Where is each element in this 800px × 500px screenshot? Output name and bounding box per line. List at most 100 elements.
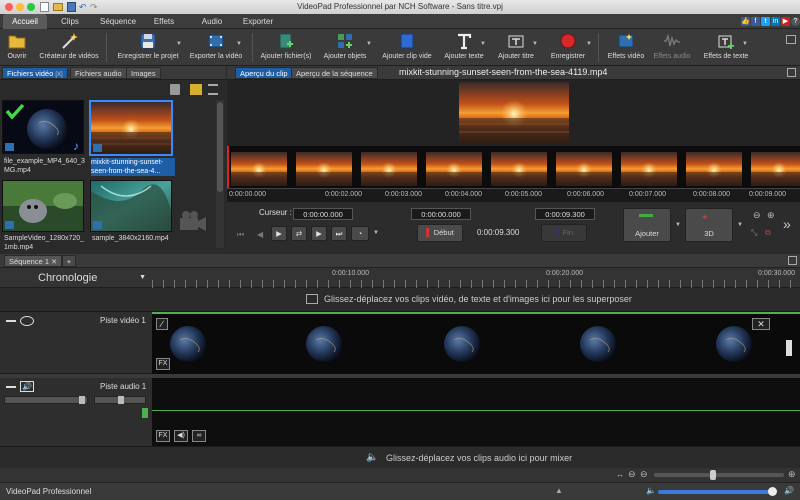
- audio-link-button[interactable]: ∞: [192, 430, 206, 442]
- add-text-dropdown-icon[interactable]: ▼: [480, 41, 486, 47]
- speaker-icon[interactable]: 🔊: [20, 381, 34, 392]
- cursor-field[interactable]: 0:00:00.000: [293, 208, 353, 220]
- tab-images[interactable]: Images: [126, 67, 161, 79]
- 3d-dropdown-icon[interactable]: ▼: [737, 222, 743, 228]
- pan-slider[interactable]: [94, 396, 146, 404]
- filmstrip[interactable]: 0:00:00.000 0:00:02.000 0:00:03.000 0:00…: [227, 146, 800, 202]
- video-track-clip[interactable]: ∕ ✕ FX: [152, 312, 800, 374]
- timeline-zoom-slider[interactable]: [654, 470, 784, 480]
- tab-video-files[interactable]: Fichiers vidéo [X]: [2, 67, 68, 79]
- audio-hint-bar[interactable]: 🔈 Glissez-déplacez vos clips audio ici p…: [0, 446, 800, 468]
- video-creator-button[interactable]: Créateur de vidéos: [36, 31, 102, 64]
- go-to-start-icon[interactable]: ⏮: [237, 230, 244, 240]
- undo-icon[interactable]: ↶: [79, 0, 87, 14]
- timeline-mode-select[interactable]: Chronologie ▼: [4, 271, 148, 285]
- audio-track-area[interactable]: FX ◀) ∞: [152, 378, 800, 446]
- save-project-button[interactable]: Enregistrer le projet: [110, 31, 186, 64]
- preview-video-frame[interactable]: [459, 82, 569, 144]
- loop-button[interactable]: ⇄: [291, 226, 307, 241]
- end-field[interactable]: 0:00:09.300: [535, 208, 595, 220]
- undock-preview-icon[interactable]: [787, 68, 796, 77]
- list-view-icon[interactable]: [208, 84, 218, 95]
- add-files-button[interactable]: Ajouter fichier(s): [258, 31, 314, 64]
- go-to-end-button[interactable]: ⏭: [331, 226, 347, 241]
- tab-accueil[interactable]: Accueil: [3, 14, 47, 29]
- next-frame-button[interactable]: ▶: [311, 226, 327, 241]
- export-dropdown-icon[interactable]: ▼: [236, 41, 242, 47]
- set-end-button[interactable]: ▌ Fin: [541, 224, 587, 242]
- speed-button[interactable]: ◔: [351, 226, 369, 241]
- audio-effects-button[interactable]: Effets audio: [652, 31, 692, 64]
- set-start-button[interactable]: ▌ Début: [417, 224, 463, 242]
- volume-slider[interactable]: [4, 396, 88, 404]
- add-objects-button[interactable]: Ajouter objets: [320, 31, 370, 64]
- save-icon[interactable]: [67, 2, 76, 12]
- add-title-button[interactable]: Ajouter titre: [494, 31, 538, 64]
- new-file-icon[interactable]: [40, 2, 49, 12]
- text-effects-dropdown-icon[interactable]: ▼: [742, 41, 748, 47]
- master-volume-slider[interactable]: [658, 487, 777, 496]
- bin-item[interactable]: ♪: [2, 100, 84, 154]
- collapse-icon[interactable]: [6, 320, 16, 322]
- overlay-track[interactable]: Glissez-déplacez vos clips vidéo, de tex…: [0, 288, 800, 312]
- fit-icon[interactable]: ⤡: [751, 228, 757, 238]
- open-button[interactable]: Ouvrir: [4, 31, 30, 64]
- record-button[interactable]: Enregistrer: [546, 31, 590, 64]
- transition-icon[interactable]: ✕: [752, 318, 770, 330]
- eye-icon[interactable]: [20, 316, 34, 326]
- close-window-button[interactable]: [5, 3, 13, 11]
- add-blank-clip-button[interactable]: Ajouter clip vide: [378, 31, 436, 64]
- video-fx-button[interactable]: FX: [156, 358, 170, 370]
- bin-item[interactable]: [90, 180, 172, 232]
- bin-item[interactable]: [2, 180, 84, 232]
- zoom-out-icon[interactable]: ⊖: [753, 210, 761, 221]
- 3d-button[interactable]: 3D: [685, 208, 733, 242]
- more-chevron-icon[interactable]: »: [783, 216, 791, 232]
- record-dropdown-icon[interactable]: ▼: [586, 41, 592, 47]
- help-icon[interactable]: ?: [791, 17, 800, 26]
- start-field[interactable]: 0:00:00.000: [411, 208, 471, 220]
- fit-timeline-icon[interactable]: ↔: [616, 470, 624, 479]
- bin-scrollbar[interactable]: [216, 100, 224, 248]
- zoom-window-button[interactable]: [27, 3, 35, 11]
- add-objects-dropdown-icon[interactable]: ▼: [366, 41, 372, 47]
- track-end-handle[interactable]: [786, 340, 792, 356]
- text-effects-button[interactable]: Effets de texte: [700, 31, 752, 64]
- add-text-button[interactable]: Ajouter texte: [442, 31, 486, 64]
- export-video-button[interactable]: Exporter la vidéo: [188, 31, 244, 64]
- twitter-icon[interactable]: t: [761, 17, 770, 26]
- speed-dropdown-icon[interactable]: ▼: [373, 230, 379, 236]
- play-button[interactable]: ▶: [271, 226, 287, 241]
- preview-ruler[interactable]: 0:00:00.000 0:00:02.000 0:00:03.000 0:00…: [227, 188, 800, 202]
- tab-effets[interactable]: Effets: [146, 14, 182, 29]
- folder-add-icon[interactable]: [190, 84, 202, 95]
- add-dropdown-icon[interactable]: ▼: [675, 222, 681, 228]
- tab-sequence[interactable]: Séquence: [94, 14, 142, 29]
- expand-up-icon[interactable]: ▲: [555, 486, 563, 495]
- youtube-icon[interactable]: ▶: [781, 17, 790, 26]
- audio-volume-button[interactable]: ◀): [174, 430, 188, 442]
- timeline-zoom-small-icon[interactable]: ⊖: [640, 469, 648, 480]
- timeline-zoom-in-icon[interactable]: ⊕: [788, 469, 796, 480]
- timeline-zoom-out-icon[interactable]: ⊖: [628, 469, 636, 480]
- crop-icon[interactable]: ⧉: [765, 228, 771, 238]
- audio-fx-button[interactable]: FX: [156, 430, 170, 442]
- tab-audio[interactable]: Audio: [194, 14, 230, 29]
- trash-icon[interactable]: [170, 84, 180, 95]
- tab-clips[interactable]: Clips: [52, 14, 88, 29]
- undock-sequence-icon[interactable]: [788, 256, 797, 265]
- linkedin-icon[interactable]: in: [771, 17, 780, 26]
- add-title-dropdown-icon[interactable]: ▼: [532, 41, 538, 47]
- bin-item-selected[interactable]: [89, 100, 173, 156]
- fade-in-icon[interactable]: ∕: [156, 318, 168, 330]
- add-sequence-button[interactable]: +: [62, 255, 76, 267]
- tab-exporter[interactable]: Exporter: [236, 14, 280, 29]
- video-effects-button[interactable]: Effets vidéo: [604, 31, 648, 64]
- facebook-icon[interactable]: f: [751, 17, 760, 26]
- zoom-in-icon[interactable]: ⊕: [767, 210, 775, 221]
- tab-audio-files[interactable]: Fichiers audio: [70, 67, 127, 79]
- collapse-icon[interactable]: [6, 386, 16, 388]
- tab-sequence-preview[interactable]: Aperçu de la séquence: [291, 67, 378, 79]
- minimize-window-button[interactable]: [16, 3, 24, 11]
- tab-sequence-1[interactable]: Séquence 1 ✕: [4, 255, 63, 267]
